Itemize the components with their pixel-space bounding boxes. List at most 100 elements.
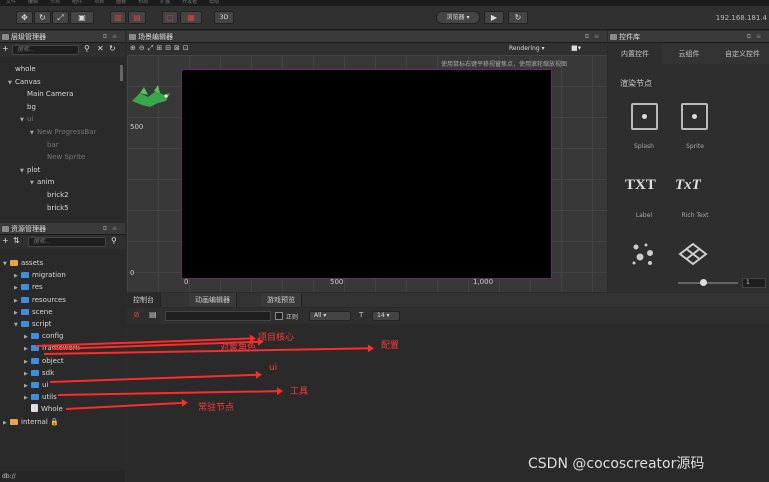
- regex-checkbox[interactable]: [275, 312, 283, 320]
- menu-item[interactable]: 组件: [72, 0, 82, 5]
- tiledmap-widget-icon[interactable]: [678, 242, 708, 266]
- particle-widget-icon[interactable]: [630, 241, 656, 267]
- expand-arrow-icon[interactable]: ▼: [8, 77, 15, 89]
- expand-arrow-icon[interactable]: ▼: [14, 319, 21, 331]
- design-canvas[interactable]: [181, 69, 552, 279]
- clear-icon[interactable]: ⊘: [133, 310, 140, 319]
- expand-arrow-icon[interactable]: ▶: [14, 270, 21, 282]
- asset-item[interactable]: ▶ migration: [14, 269, 66, 281]
- rotate-tool-button[interactable]: ↻: [34, 11, 51, 24]
- asset-item[interactable]: ▶ resources: [14, 294, 66, 306]
- tab-cloud[interactable]: 云组件: [662, 44, 716, 64]
- expand-arrow-icon[interactable]: ▶: [24, 380, 31, 392]
- snap-button[interactable]: ▢: [162, 11, 178, 24]
- expand-arrow-icon[interactable]: ▼: [30, 127, 37, 139]
- menu-item[interactable]: 布局: [138, 0, 148, 5]
- expand-arrow-icon[interactable]: ▶: [14, 282, 21, 294]
- pivot-button[interactable]: ▥: [110, 11, 126, 24]
- menu-item[interactable]: 文件: [6, 0, 16, 5]
- move-tool-button[interactable]: ✥: [16, 11, 33, 24]
- asset-item[interactable]: ▶ sdk: [24, 367, 54, 379]
- render-mode-select[interactable]: Rendering ▾: [509, 45, 545, 52]
- asset-item[interactable]: ▼ assets: [3, 257, 43, 269]
- tab-game-preview[interactable]: 游戏预览: [261, 293, 302, 307]
- expand-arrow-icon[interactable]: ▼: [20, 114, 27, 126]
- expand-arrow-icon[interactable]: ▼: [30, 177, 37, 189]
- console-filter-input[interactable]: [165, 311, 271, 321]
- play-button[interactable]: ▶: [484, 11, 504, 24]
- hierarchy-node[interactable]: ▼ plot: [20, 164, 40, 176]
- asset-item[interactable]: ▼ script: [14, 318, 52, 330]
- preview-platform-select[interactable]: 浏览器 ▾: [436, 11, 480, 24]
- expand-arrow-icon[interactable]: ▶: [3, 417, 10, 429]
- expand-arrow-icon[interactable]: ▶: [24, 343, 31, 355]
- expand-arrow-icon[interactable]: ▶: [14, 295, 21, 307]
- menu-item[interactable]: 面板: [116, 0, 126, 5]
- hierarchy-scrollbar[interactable]: [120, 65, 123, 81]
- expand-arrow-icon[interactable]: ▼: [20, 165, 27, 177]
- splash-widget-icon[interactable]: [631, 103, 658, 130]
- asset-item[interactable]: ▶ utils: [24, 391, 57, 403]
- label-widget-icon[interactable]: TXT: [625, 177, 656, 194]
- window-buttons[interactable]: ⧉≡: [103, 223, 122, 235]
- hierarchy-node[interactable]: ▼ anim: [30, 176, 55, 188]
- expand-arrow-icon[interactable]: ▶: [24, 368, 31, 380]
- mode-3d-button[interactable]: 3D: [214, 11, 234, 24]
- menu-item[interactable]: 帮助: [209, 0, 219, 5]
- hierarchy-node[interactable]: brick2: [40, 189, 69, 201]
- hierarchy-node[interactable]: Main Camera: [20, 88, 73, 100]
- asset-item[interactable]: ▶ ui: [24, 379, 48, 391]
- assets-search-input[interactable]: [28, 237, 106, 247]
- menu-item[interactable]: 扩展: [160, 0, 170, 5]
- log-level-select[interactable]: All ▾: [309, 311, 351, 321]
- tab-builtin[interactable]: 内置控件: [608, 44, 662, 64]
- hierarchy-node[interactable]: ▼ ui: [20, 113, 33, 125]
- zoom-slider[interactable]: [678, 282, 738, 284]
- expand-arrow-icon[interactable]: ▶: [24, 331, 31, 343]
- richtext-widget-icon[interactable]: TxT: [675, 177, 701, 194]
- asset-item[interactable]: ▶ res: [14, 281, 43, 293]
- hierarchy-node[interactable]: bg: [20, 101, 36, 113]
- expand-arrow-icon[interactable]: ▼: [3, 258, 10, 270]
- window-buttons[interactable]: ⧉≡: [585, 31, 604, 43]
- menu-item[interactable]: 节点: [50, 0, 60, 5]
- tab-animation[interactable]: 动画编辑器: [189, 293, 237, 307]
- dragon-sprite[interactable]: [130, 85, 172, 111]
- sprite-widget-icon[interactable]: [681, 103, 708, 130]
- menu-item[interactable]: 开发者: [182, 0, 197, 5]
- collapse-icon[interactable]: ✕: [97, 44, 104, 53]
- add-icon[interactable]: +: [2, 44, 9, 53]
- hierarchy-node[interactable]: ▼ New ProgressBar: [30, 126, 96, 138]
- hierarchy-node[interactable]: bar: [40, 139, 59, 151]
- open-log-icon[interactable]: ▤: [149, 310, 157, 319]
- add-icon[interactable]: +: [2, 236, 9, 245]
- window-buttons[interactable]: ⧉≡: [747, 31, 766, 43]
- camera-icon[interactable]: ■▾: [571, 44, 581, 52]
- refresh-icon[interactable]: ↻: [109, 44, 116, 53]
- asset-item[interactable]: ▶ object: [24, 355, 64, 367]
- expand-arrow-icon[interactable]: ▶: [24, 356, 31, 368]
- hierarchy-node[interactable]: brick5: [40, 202, 69, 214]
- menu-item[interactable]: 项目: [94, 0, 104, 5]
- hierarchy-search-input[interactable]: [12, 45, 79, 55]
- asset-item[interactable]: Whole: [24, 403, 63, 415]
- rect-tool-button[interactable]: ▣: [70, 11, 94, 24]
- asset-item[interactable]: ▶ internal 🔒: [3, 416, 59, 428]
- grid-button[interactable]: ▦: [180, 11, 202, 24]
- local-global-button[interactable]: ▤: [128, 11, 146, 24]
- zoom-slider-handle[interactable]: [700, 279, 707, 286]
- menu-item[interactable]: 编辑: [28, 0, 38, 5]
- expand-arrow-icon[interactable]: ▶: [24, 392, 31, 404]
- hierarchy-node[interactable]: New Sprite: [40, 151, 85, 163]
- hierarchy-node[interactable]: ▼ Canvas: [8, 76, 41, 88]
- scene-viewport[interactable]: 使用鼠标右键平移视窗焦点，使用滚轮缩放视图 500 0 0 500 1,000: [127, 55, 607, 292]
- asset-item[interactable]: ▶ config: [24, 330, 63, 342]
- scale-tool-button[interactable]: ⤢: [52, 11, 69, 24]
- scene-tool-icons[interactable]: ⊕⊖⤢⊞⊟⊠⊡: [130, 44, 192, 53]
- search-icon[interactable]: ⚲: [111, 236, 117, 245]
- font-size-select[interactable]: 14 ▾: [372, 311, 400, 321]
- hierarchy-node[interactable]: whole: [8, 63, 36, 75]
- tab-custom[interactable]: 自定义控件: [716, 44, 769, 64]
- window-buttons[interactable]: ⧉≡: [103, 31, 122, 43]
- search-icon[interactable]: ⚲: [84, 44, 90, 53]
